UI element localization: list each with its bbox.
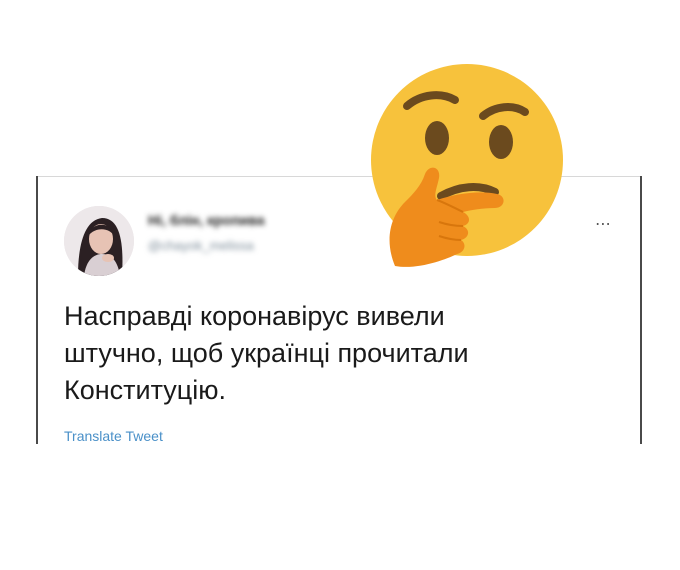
more-options-icon[interactable]: ⋯ (595, 214, 612, 234)
tweet-text-line: Насправді коронавірус вивели (64, 301, 445, 331)
avatar-image (64, 206, 134, 276)
user-block: Ні, блін, кропива @chayok_melissa (148, 212, 264, 253)
avatar[interactable] (64, 206, 134, 276)
thinking-face-emoji (371, 64, 563, 267)
user-handle[interactable]: @chayok_melissa (148, 238, 264, 253)
tweet-text: Насправді коронавірус вивели штучно, щоб… (64, 298, 624, 409)
tweet-text-line: штучно, щоб українці прочитали (64, 338, 469, 368)
tweet-text-line: Конституцію. (64, 375, 226, 405)
display-name[interactable]: Ні, блін, кропива (148, 212, 264, 228)
translate-tweet-link[interactable]: Translate Tweet (64, 428, 163, 444)
